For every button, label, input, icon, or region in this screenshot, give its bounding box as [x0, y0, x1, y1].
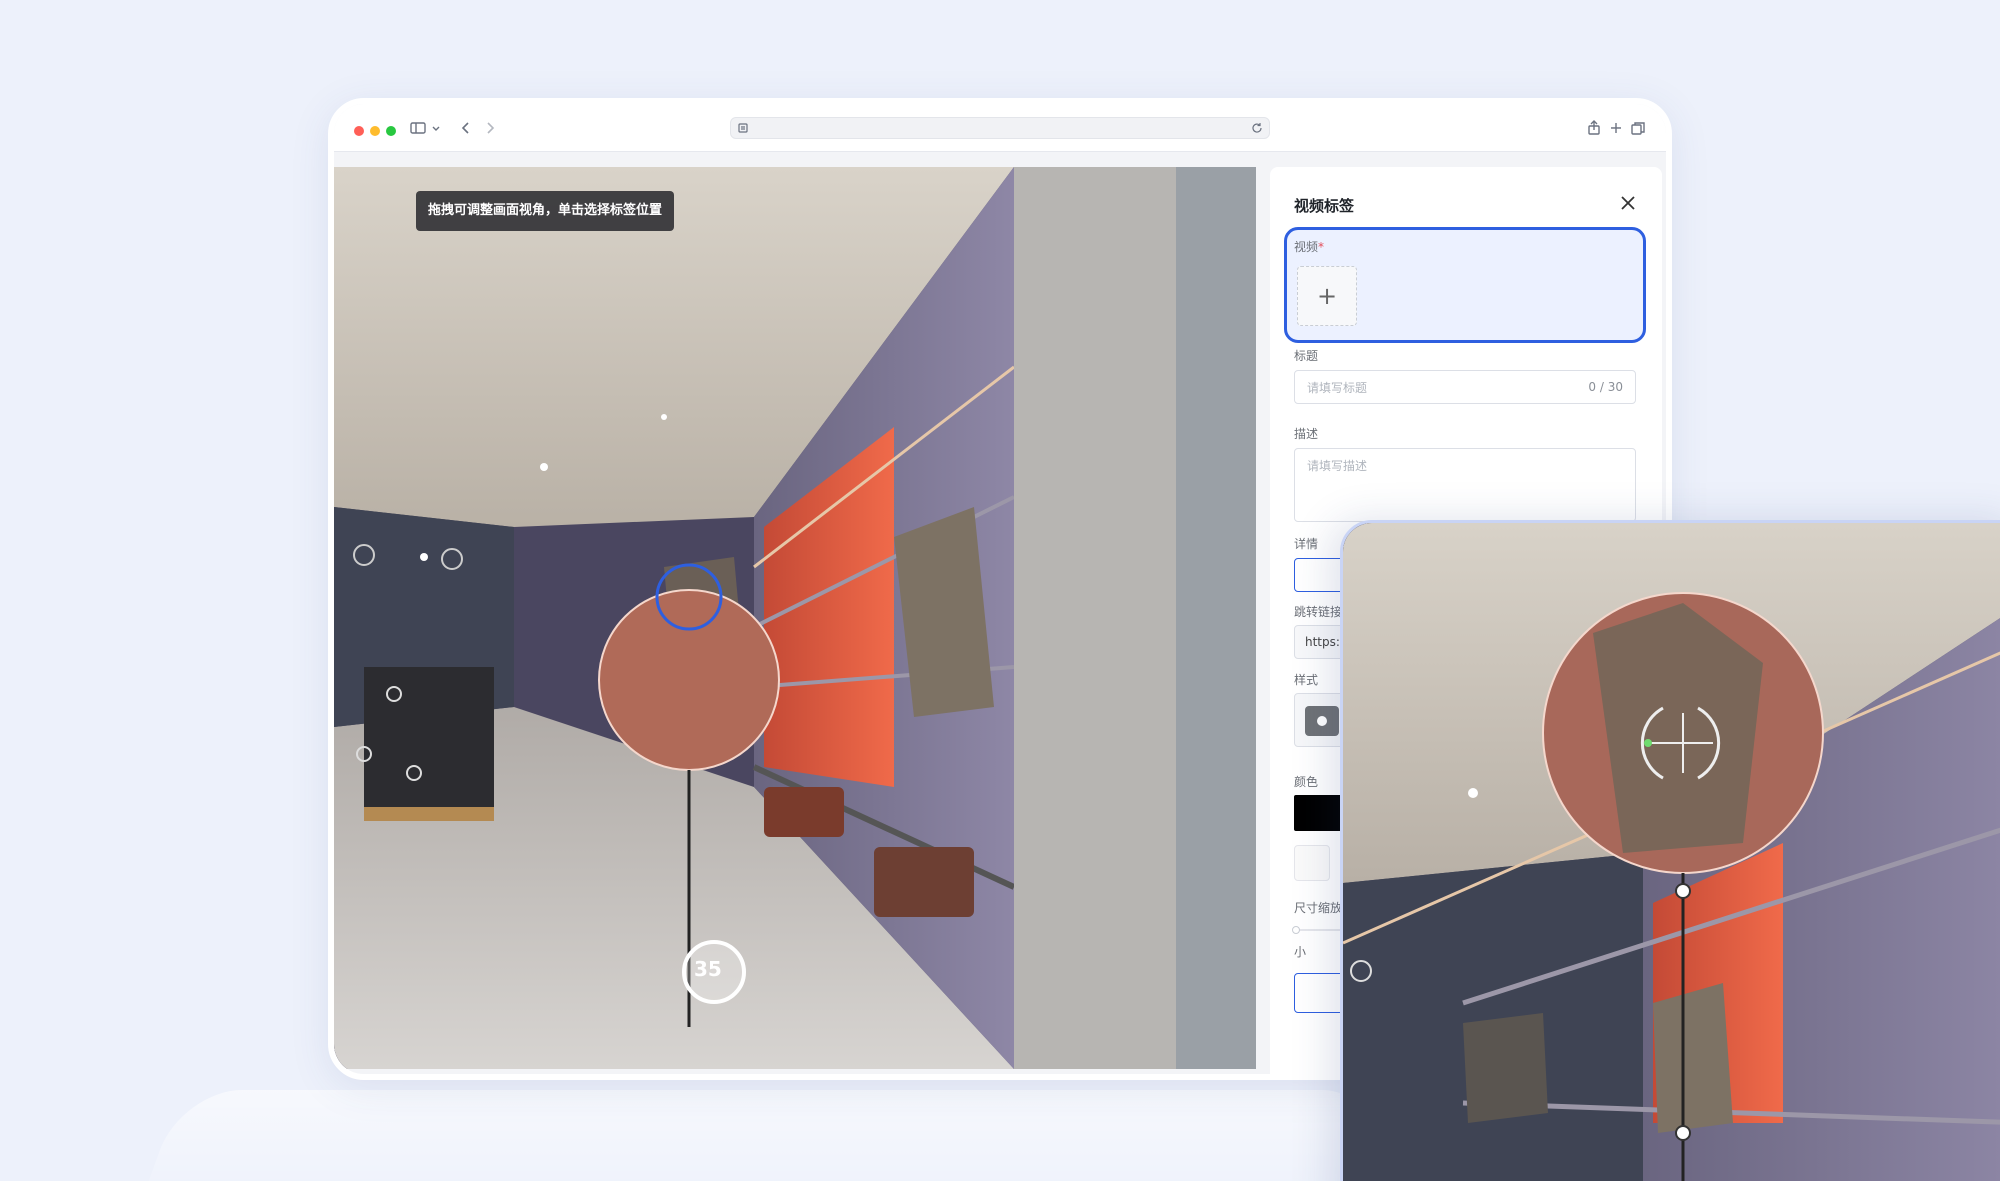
close-icon[interactable] [1618, 193, 1638, 213]
background-decoration [138, 1090, 1382, 1181]
site-settings-icon [735, 120, 751, 136]
style-label: 样式 [1294, 673, 1319, 687]
panel-title: 视频标签 [1294, 197, 1355, 215]
close-window-button[interactable] [354, 126, 364, 136]
browser-toolbar [334, 104, 1666, 152]
panorama-viewer[interactable]: 拖拽可调整画面视角，单击选择标签位置 35 [334, 167, 1256, 1069]
title-input[interactable]: 请填写标题 0 / 30 [1294, 370, 1636, 404]
forward-arrow-icon[interactable] [480, 118, 500, 138]
detail-label: 详情 [1294, 537, 1319, 551]
address-bar[interactable] [730, 117, 1270, 139]
back-arrow-icon[interactable] [456, 118, 476, 138]
size-small-label: 小 [1294, 945, 1307, 959]
link-label: 跳转链接 [1294, 605, 1343, 619]
video-upload-field: 视频* + [1284, 227, 1646, 343]
chevron-down-icon[interactable] [430, 118, 442, 138]
zoom-preview-card [1340, 520, 2000, 1181]
size-slider-thumb[interactable] [1292, 926, 1300, 934]
maximize-window-button[interactable] [386, 126, 396, 136]
sidebar-toggle-icon[interactable] [408, 118, 428, 138]
video-label: 视频* [1294, 240, 1325, 254]
title-counter: 0 / 30 [1588, 380, 1623, 394]
color-label: 颜色 [1294, 775, 1319, 789]
color-swatch-white[interactable] [1294, 845, 1330, 881]
share-icon[interactable] [1584, 118, 1604, 138]
new-tab-icon[interactable] [1606, 118, 1626, 138]
size-label: 尺寸缩放 [1294, 901, 1343, 915]
reload-icon[interactable] [1249, 120, 1265, 136]
tabs-overview-icon[interactable] [1628, 118, 1648, 138]
zoomed-scene [1343, 523, 2000, 1181]
video-upload-button[interactable]: + [1297, 266, 1357, 326]
minimize-window-button[interactable] [370, 126, 380, 136]
viewer-hint: 拖拽可调整画面视角，单击选择标签位置 [416, 191, 675, 231]
hotspot-number[interactable]: 35 [694, 957, 722, 981]
desc-textarea[interactable]: 请填写描述 [1294, 448, 1636, 522]
window-controls [354, 126, 396, 136]
desc-label: 描述 [1294, 427, 1319, 441]
hotspot-style-icon [1305, 706, 1339, 736]
title-label: 标题 [1294, 349, 1319, 363]
panorama-scene [334, 167, 1256, 1069]
